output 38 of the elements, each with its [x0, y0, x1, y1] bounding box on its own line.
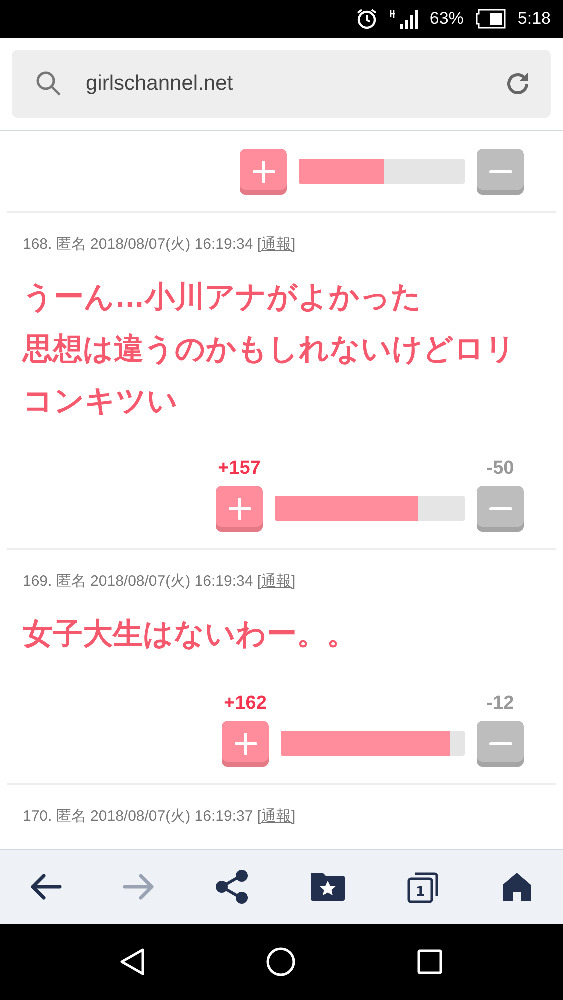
- plus-icon: [228, 498, 250, 520]
- comment-text: うーん…小川アナがよかった 思想は違うのかもしれないけどロリコンキツい: [23, 280, 517, 420]
- back-arrow-icon: [30, 873, 62, 901]
- plus-button[interactable]: [240, 149, 287, 195]
- clock-time: 5:18: [518, 9, 551, 29]
- reload-icon[interactable]: [505, 71, 531, 97]
- plus-count: +162: [224, 693, 267, 715]
- home-circle-icon[interactable]: [266, 947, 296, 977]
- report-link[interactable]: [通報]: [257, 808, 296, 825]
- report-link[interactable]: [通報]: [257, 573, 296, 590]
- url-text: girlschannel.net: [86, 72, 234, 96]
- forward-arrow-icon: [122, 873, 155, 901]
- minus-icon: [488, 742, 512, 746]
- search-icon: [36, 71, 62, 97]
- address-bar[interactable]: girlschannel.net: [12, 50, 551, 118]
- back-triangle-icon[interactable]: [120, 948, 146, 976]
- star-folder-icon: [310, 872, 346, 902]
- plus-button[interactable]: [216, 486, 263, 532]
- report-link[interactable]: [通報]: [257, 236, 296, 253]
- battery-percent: 63%: [430, 9, 464, 29]
- minus-icon: [488, 507, 512, 511]
- comment-text: 女子大生はないわー。。: [23, 617, 358, 653]
- comment-header: 170. 匿名 2018/08/07(火) 16:19:37 [通報]: [23, 807, 297, 826]
- minus-icon: [488, 170, 512, 174]
- minus-count: -12: [486, 693, 514, 715]
- share-icon: [215, 870, 250, 904]
- plus-icon: [252, 161, 274, 183]
- signal-icon: [390, 8, 418, 30]
- minus-count: -50: [486, 458, 514, 480]
- recents-square-icon[interactable]: [416, 949, 443, 975]
- plus-button[interactable]: [222, 721, 269, 767]
- battery-icon: [476, 9, 506, 29]
- comment-header: 168. 匿名 2018/08/07(火) 16:19:34 [通報]: [23, 235, 297, 254]
- plus-count: +157: [218, 458, 261, 480]
- plus-icon: [234, 733, 256, 755]
- alarm-clock-icon: [356, 8, 378, 30]
- comment-header: 169. 匿名 2018/08/07(火) 16:19:34 [通報]: [23, 572, 297, 591]
- home-icon: [500, 871, 533, 903]
